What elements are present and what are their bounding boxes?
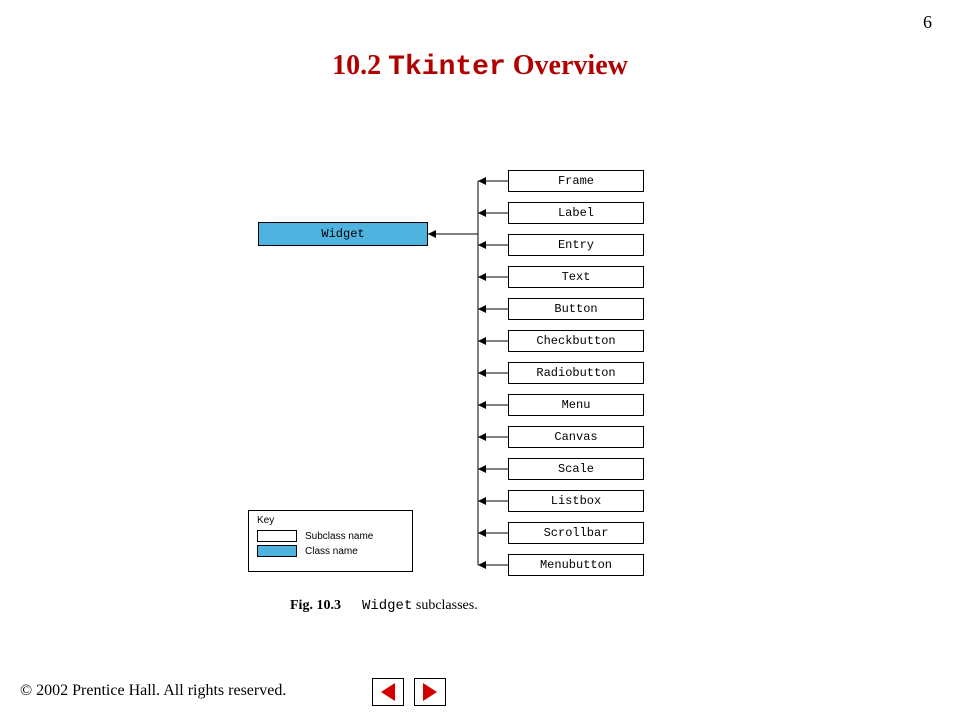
page-title: 10.2 Tkinter Overview — [0, 50, 960, 83]
subclass-box: Radiobutton — [508, 362, 644, 384]
legend-title: Key — [257, 515, 404, 526]
legend-panel: Key Subclass name Class name — [248, 510, 413, 572]
triangle-right-icon — [423, 683, 437, 701]
caption-fig-number: Fig. 10.3 — [290, 598, 341, 613]
legend-swatch-blue — [257, 545, 297, 557]
subclass-box: Scale — [508, 458, 644, 480]
legend-swatch-white — [257, 530, 297, 542]
subclass-box: Frame — [508, 170, 644, 192]
legend-row-class: Class name — [257, 545, 404, 557]
title-rest: Overview — [513, 50, 628, 81]
subclass-box: Checkbutton — [508, 330, 644, 352]
subclass-box: Button — [508, 298, 644, 320]
title-section: 10.2 — [332, 50, 381, 81]
figure-caption: Fig. 10.3 Widget subclasses. — [290, 598, 478, 614]
legend-row-subclass: Subclass name — [257, 530, 404, 542]
subclass-box: Label — [508, 202, 644, 224]
copyright-footer: © 2002 Prentice Hall. All rights reserve… — [20, 682, 286, 700]
subclass-box: Canvas — [508, 426, 644, 448]
page-number: 6 — [923, 12, 932, 33]
subclass-column: Frame Label Entry Text Button Checkbutton Radi… — [508, 170, 644, 586]
caption-mono: Widget — [362, 598, 412, 614]
prev-slide-button[interactable] — [372, 678, 404, 706]
class-box-widget: Widget — [258, 222, 428, 246]
next-slide-button[interactable] — [414, 678, 446, 706]
inheritance-arrows — [0, 170, 960, 610]
widget-hierarchy-diagram: Widget Frame Label Entry Text Button Checkbut… — [0, 170, 960, 610]
subclass-box: Scrollbar — [508, 522, 644, 544]
triangle-left-icon — [381, 683, 395, 701]
subclass-box: Listbox — [508, 490, 644, 512]
subclass-box: Text — [508, 266, 644, 288]
legend-subclass-label: Subclass name — [305, 531, 373, 542]
title-mono: Tkinter — [388, 52, 506, 83]
caption-rest: subclasses. — [412, 598, 477, 613]
subclass-box: Entry — [508, 234, 644, 256]
subclass-box: Menu — [508, 394, 644, 416]
nav-buttons — [372, 678, 446, 706]
subclass-box: Menubutton — [508, 554, 644, 576]
legend-class-label: Class name — [305, 546, 358, 557]
